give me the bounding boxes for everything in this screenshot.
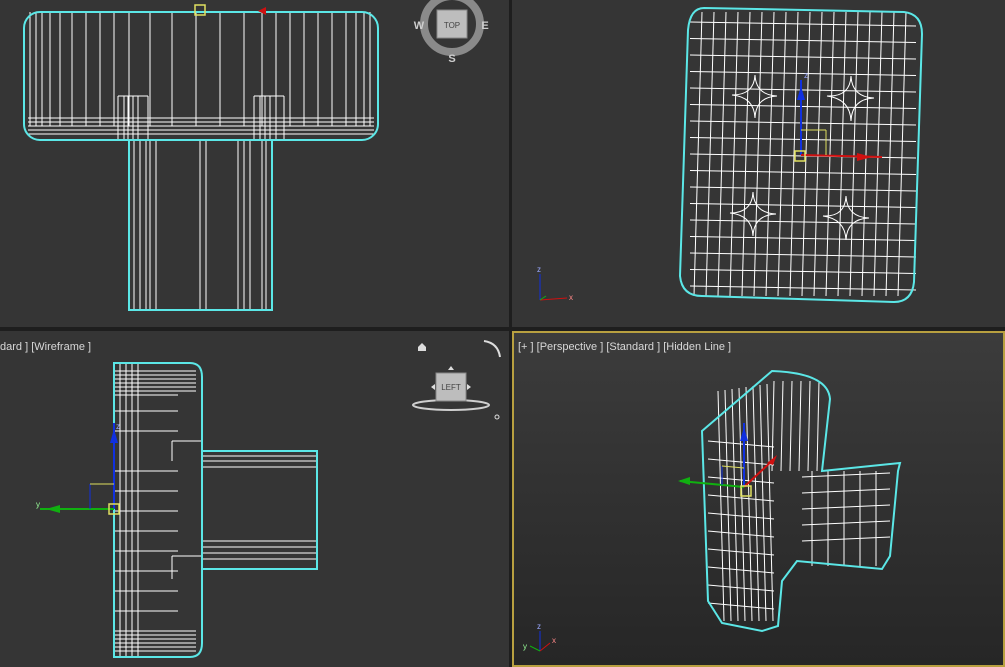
svg-text:z: z — [537, 265, 541, 274]
top-view-wireframe: TOP W E S — [23, 0, 489, 311]
viewport-perspective[interactable]: [+ ] [Perspective ] [Standard ] [Hidden … — [512, 331, 1005, 667]
viewport-top[interactable]: TOP W E S — [0, 0, 509, 327]
svg-text:x: x — [552, 636, 556, 645]
left-view-wireframe: z y LEFT — [36, 340, 501, 658]
rotate-view-icon[interactable] — [483, 340, 501, 358]
svg-text:x: x — [569, 293, 573, 302]
viewcube-compass[interactable]: TOP W E S — [414, 0, 489, 65]
transform-gizmo[interactable]: z y — [36, 422, 120, 515]
svg-text:y: y — [523, 642, 527, 651]
viewcube-left-arrow-icon[interactable] — [431, 384, 435, 390]
compass-west[interactable]: W — [414, 20, 425, 32]
viewcube-label: TOP — [444, 21, 460, 30]
home-icon[interactable] — [418, 343, 426, 351]
axis-tripod: z x y — [523, 622, 556, 652]
axis-tripod: z x — [537, 265, 573, 302]
viewcube-menu-icon[interactable] — [494, 414, 500, 420]
svg-text:z: z — [116, 422, 120, 431]
viewport-front[interactable]: z z x — [512, 0, 1005, 327]
3dsmax-viewport-layout: TOP W E S z z x dard] [Wireframe] z y … — [0, 0, 1005, 667]
viewcube[interactable]: LEFT — [412, 366, 500, 420]
viewport-left[interactable]: dard ] [Wireframe ] z y LEFT — [0, 331, 509, 667]
viewcube-right-arrow-icon[interactable] — [467, 384, 471, 390]
svg-text:z: z — [537, 622, 541, 631]
compass-south[interactable]: S — [448, 53, 455, 65]
viewcube-up-arrow-icon[interactable] — [448, 366, 454, 370]
svg-text:y: y — [36, 500, 40, 509]
compass-east[interactable]: E — [481, 20, 488, 32]
svg-text:z: z — [804, 71, 808, 80]
perspective-view-wireframe: z x y — [523, 369, 902, 652]
front-view-wireframe: z z x — [537, 6, 924, 304]
viewcube-label: LEFT — [441, 383, 461, 392]
